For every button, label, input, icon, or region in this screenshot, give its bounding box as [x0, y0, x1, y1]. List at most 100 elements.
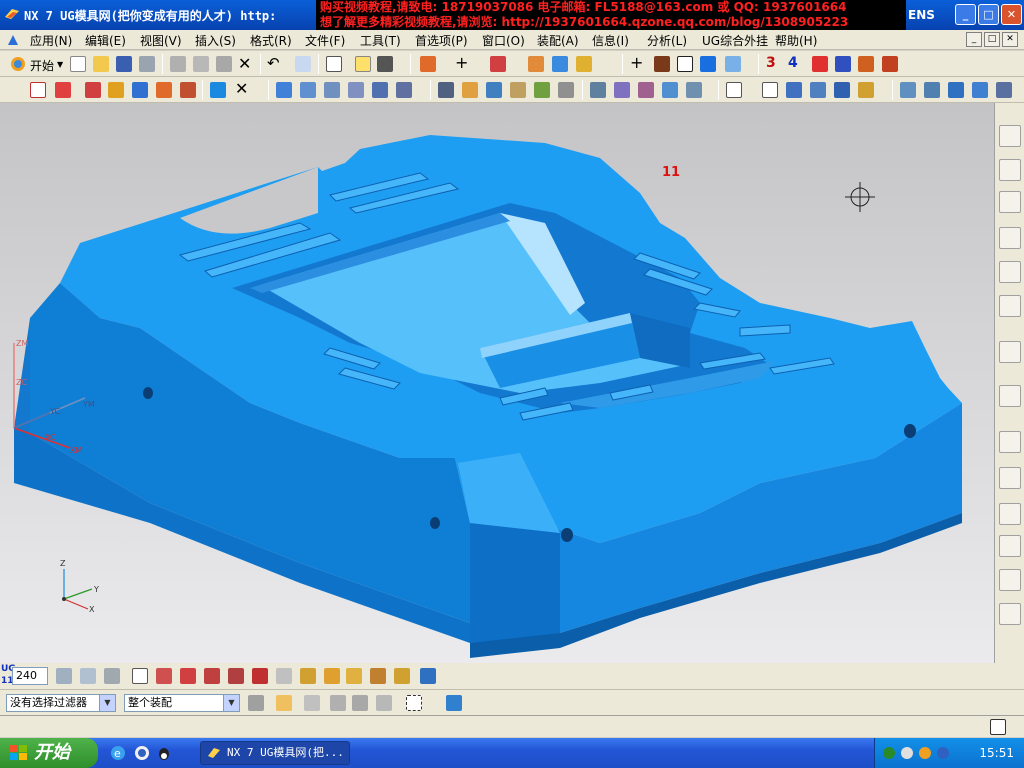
close-button[interactable]: ✕ [1001, 4, 1022, 25]
menu-tools[interactable]: 工具(T) [360, 32, 401, 49]
line-icon[interactable] [654, 56, 670, 72]
project-init-icon[interactable] [55, 82, 71, 98]
insert-icon[interactable] [510, 82, 526, 98]
move-object-icon[interactable] [276, 668, 292, 684]
qq-icon[interactable] [156, 745, 172, 761]
rectangle-select-icon[interactable] [406, 695, 422, 711]
layer-4-button[interactable]: 4 [788, 55, 798, 71]
snap-point-icon[interactable] [276, 695, 292, 711]
copy-icon[interactable] [193, 56, 209, 72]
select-feature-icon[interactable] [330, 695, 346, 711]
tray-app-icon[interactable] [883, 747, 895, 759]
help-icon[interactable] [355, 56, 371, 72]
manufacturing-wizard-icon[interactable] [999, 535, 1021, 557]
crosshair-icon[interactable]: + [630, 53, 643, 72]
shading-icon[interactable] [576, 56, 592, 72]
view-icon[interactable] [786, 82, 802, 98]
rotate-view-icon[interactable] [104, 668, 120, 684]
layer-3-button[interactable]: 3 [766, 55, 776, 71]
zoom-view-icon[interactable] [80, 668, 96, 684]
rotate-icon[interactable] [924, 82, 940, 98]
show-all-icon[interactable] [446, 695, 462, 711]
constraint-navigator-icon[interactable] [999, 159, 1021, 181]
select-body-filter-icon[interactable] [352, 695, 368, 711]
layer-icon[interactable] [996, 82, 1012, 98]
family-mold-icon[interactable] [132, 82, 148, 98]
wcs-origin-icon[interactable] [180, 668, 196, 684]
align-icon[interactable] [438, 82, 454, 98]
wcs-dynamic-icon[interactable] [204, 668, 220, 684]
transform-icon[interactable] [300, 668, 316, 684]
start-menu-button[interactable]: 开始 [30, 57, 54, 74]
reuse-library-icon[interactable] [999, 227, 1021, 249]
tray-network-icon[interactable] [901, 747, 913, 759]
menu-info[interactable]: 信息(I) [592, 32, 629, 49]
roles-icon[interactable] [999, 569, 1021, 591]
filter-settings-icon[interactable] [248, 695, 264, 711]
save-icon[interactable] [116, 56, 132, 72]
wcs-orient-icon[interactable] [252, 668, 268, 684]
system-materials-icon[interactable] [999, 467, 1021, 489]
graphics-window[interactable]: ZM ZC YM YC XC XM Z Y X 11 [0, 103, 994, 663]
minimize-button[interactable]: _ [955, 4, 976, 25]
lifter-icon[interactable] [486, 82, 502, 98]
menu-edit[interactable]: 编辑(E) [85, 32, 126, 49]
cooling-icon[interactable] [590, 82, 606, 98]
arrow-icon[interactable] [304, 695, 320, 711]
windows-start-button[interactable]: 开始 [0, 738, 98, 768]
menu-app[interactable]: 应用(N) [30, 32, 72, 49]
section-icon[interactable] [835, 56, 851, 72]
repeat-command-icon[interactable] [295, 56, 311, 72]
selection-scope-select[interactable]: 整个装配 ▼ [124, 694, 240, 712]
type-filter-select[interactable]: 没有选择过滤器 ▼ [6, 694, 116, 712]
select-icon[interactable] [132, 668, 148, 684]
system-scenes-icon[interactable] [999, 603, 1021, 625]
menu-view[interactable]: 视图(V) [140, 32, 182, 49]
wcs-icon[interactable] [900, 82, 916, 98]
show-icon[interactable] [346, 668, 362, 684]
surface-icon[interactable] [858, 56, 874, 72]
select-curve-icon[interactable] [376, 695, 392, 711]
menu-insert[interactable]: 插入(S) [195, 32, 236, 49]
menu-window[interactable]: 窗口(O) [482, 32, 525, 49]
cylinder-icon[interactable] [725, 56, 741, 72]
cut-icon[interactable] [170, 56, 186, 72]
view-snap-icon[interactable] [377, 56, 393, 72]
paste-icon[interactable] [216, 56, 232, 72]
palette-icon[interactable] [999, 385, 1021, 407]
menu-file[interactable]: 文件(F) [305, 32, 345, 49]
parting-icon[interactable] [276, 82, 292, 98]
delete-icon[interactable]: ✕ [238, 54, 251, 73]
trim-icon[interactable] [372, 82, 388, 98]
taskbar-item-nx[interactable]: NX 7 UG模具网(把... [200, 741, 350, 765]
new-file-icon[interactable] [70, 56, 86, 72]
runner-icon[interactable] [558, 82, 574, 98]
doc-minimize-button[interactable]: _ [966, 32, 982, 47]
shrinkage-icon[interactable] [180, 82, 196, 98]
render-icon[interactable] [420, 668, 436, 684]
layout-icon[interactable] [108, 82, 124, 98]
menu-assembly[interactable]: 装配(A) [537, 32, 579, 49]
zoom-icon[interactable] [972, 82, 988, 98]
shaded-icon[interactable] [858, 82, 874, 98]
print-icon[interactable] [139, 56, 155, 72]
assembly-navigator-icon[interactable] [999, 125, 1021, 147]
ie-icon[interactable]: e [110, 745, 126, 761]
pan-icon[interactable] [948, 82, 964, 98]
render-style-icon[interactable] [420, 56, 436, 72]
wcs-rotate-icon[interactable] [228, 668, 244, 684]
feature-icon[interactable] [552, 56, 568, 72]
process-studio-icon[interactable] [999, 503, 1021, 525]
fit-view-icon[interactable] [56, 668, 72, 684]
mold-wizard-icon[interactable] [30, 82, 46, 98]
datum-icon[interactable] [490, 56, 506, 72]
measure-icon[interactable] [812, 56, 828, 72]
app-icon[interactable] [6, 33, 20, 47]
part-navigator-icon[interactable] [999, 191, 1021, 213]
gate-icon[interactable] [534, 82, 550, 98]
browser-icon[interactable] [134, 745, 150, 761]
patch-icon[interactable] [324, 82, 340, 98]
workpiece-icon[interactable] [85, 82, 101, 98]
pocket-icon[interactable] [662, 82, 678, 98]
doc-restore-button[interactable]: □ [984, 32, 1000, 47]
